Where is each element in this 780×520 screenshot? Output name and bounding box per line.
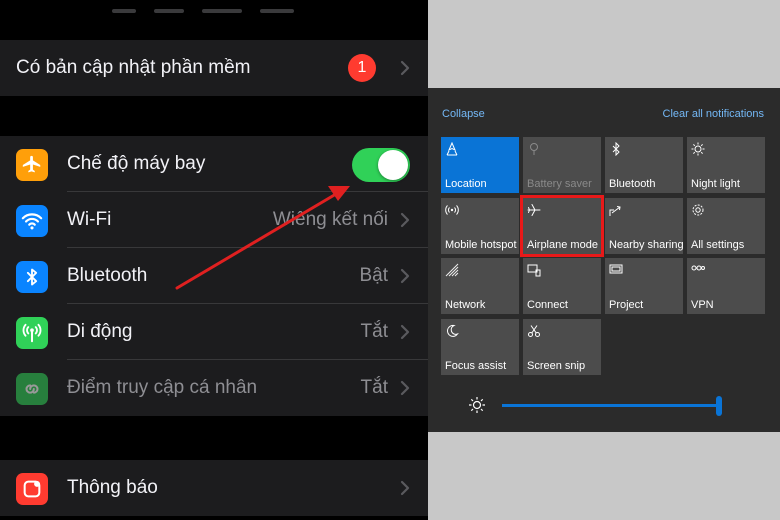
quick-action-vpn[interactable]: VPN <box>687 258 765 314</box>
tile-label: VPN <box>691 299 714 311</box>
tile-label: Bluetooth <box>609 178 656 190</box>
personal-hotspot-row[interactable]: Điểm truy cập cá nhân Tắt <box>0 360 428 416</box>
quick-action-night-light[interactable]: Night light <box>687 137 765 193</box>
quick-action-network[interactable]: Network <box>441 258 519 314</box>
chevron-right-icon <box>400 60 410 76</box>
airplane-mode-label: Chế độ máy bay <box>67 153 206 174</box>
connectivity-group: Chế độ máy bay Wi-Fi Wiêng kết nối Bluet… <box>0 136 428 416</box>
collapse-link[interactable]: Collapse <box>442 108 485 120</box>
action-center-panel: Collapse Clear all notifications Locatio… <box>428 88 780 432</box>
chevron-right-icon <box>400 212 410 228</box>
cellular-label: Di động <box>67 321 133 342</box>
nearby-sharing-icon <box>609 206 621 216</box>
tile-label: All settings <box>691 239 745 251</box>
tile-label: Battery saver <box>527 178 592 190</box>
notifications-group: Thông báo <box>0 460 428 516</box>
personal-hotspot-value: Tắt <box>360 377 388 398</box>
brightness-slider-track[interactable] <box>502 404 720 407</box>
chevron-right-icon <box>400 324 410 340</box>
bluetooth-value: Bật <box>359 265 388 286</box>
bluetooth-icon <box>612 142 620 156</box>
software-update-row[interactable]: Có bản cập nhật phần mềm 1 <box>0 40 428 96</box>
airplane-mode-highlight-box <box>520 195 604 257</box>
quick-action-screen-snip[interactable]: Screen snip <box>523 319 601 375</box>
quick-action-nearby-sharing[interactable]: Nearby sharing <box>605 198 684 254</box>
software-update-label: Có bản cập nhật phần mềm <box>16 57 251 78</box>
brightness-icon <box>469 397 485 413</box>
quick-action-bluetooth[interactable]: Bluetooth <box>605 137 683 193</box>
bluetooth-label: Bluetooth <box>67 265 148 286</box>
cellular-value: Tắt <box>360 321 388 342</box>
quick-action-all-settings[interactable]: All settings <box>687 198 765 254</box>
ios-settings-screen: Có bản cập nhật phần mềm 1 Chế độ máy ba… <box>0 0 428 520</box>
night-light-icon <box>691 142 705 156</box>
clear-all-notifications-link[interactable]: Clear all notifications <box>663 108 765 120</box>
personal-hotspot-icon <box>16 373 48 405</box>
tile-label: Project <box>609 299 644 311</box>
windows-action-center-screenshot: Collapse Clear all notifications Locatio… <box>428 0 780 520</box>
airplane-icon <box>16 149 48 181</box>
tile-label: Mobile hotspot <box>445 239 517 251</box>
bluetooth-icon <box>16 261 48 293</box>
tile-label: Connect <box>527 299 568 311</box>
notifications-icon <box>16 473 48 505</box>
status-bar-remnant <box>112 0 312 13</box>
screen-snip-icon <box>528 325 540 337</box>
network-icon <box>445 263 459 277</box>
chevron-right-icon <box>400 480 410 496</box>
quick-action-location[interactable]: Location <box>441 137 519 193</box>
wifi-row[interactable]: Wi-Fi Wiêng kết nối <box>0 192 428 248</box>
project-icon <box>609 264 623 274</box>
personal-hotspot-label: Điểm truy cập cá nhân <box>67 377 258 398</box>
quick-action-focus-assist[interactable]: Focus assist <box>441 319 519 375</box>
airplane-mode-toggle[interactable] <box>352 148 410 182</box>
tile-label: Screen snip <box>527 360 586 372</box>
vpn-icon <box>691 265 705 271</box>
tile-label: Network <box>445 299 486 311</box>
chevron-right-icon <box>400 380 410 396</box>
focus-assist-icon <box>446 324 459 337</box>
tile-label: Focus assist <box>445 360 507 372</box>
quick-action-battery-saver[interactable]: Battery saver <box>523 137 601 193</box>
mobile-hotspot-icon <box>445 205 459 215</box>
chevron-right-icon <box>400 268 410 284</box>
connect-icon <box>527 264 541 277</box>
quick-action-mobile-hotspot[interactable]: Mobile hotspot <box>441 198 519 254</box>
battery-saver-icon <box>530 143 538 155</box>
brightness-slider-thumb[interactable] <box>716 396 722 416</box>
notifications-label: Thông báo <box>67 477 158 498</box>
toggle-knob <box>378 150 408 180</box>
tile-label: Night light <box>691 178 740 190</box>
settings-gear-icon <box>692 204 704 216</box>
software-update-group: Có bản cập nhật phần mềm 1 <box>0 40 428 96</box>
quick-action-project[interactable]: Project <box>605 258 683 314</box>
tile-label: Nearby sharing <box>609 239 684 251</box>
location-icon <box>446 142 458 156</box>
wifi-icon <box>16 205 48 237</box>
quick-action-connect[interactable]: Connect <box>523 258 601 314</box>
wifi-label: Wi-Fi <box>67 209 112 230</box>
airplane-mode-row[interactable]: Chế độ máy bay <box>0 136 428 192</box>
notifications-row[interactable]: Thông báo <box>0 460 428 516</box>
tile-label: Location <box>445 178 487 190</box>
bluetooth-row[interactable]: Bluetooth Bật <box>0 248 428 304</box>
cellular-row[interactable]: Di động Tắt <box>0 304 428 360</box>
wifi-value: Wiêng kết nối <box>272 209 388 230</box>
cellular-antenna-icon <box>16 317 48 349</box>
update-badge: 1 <box>348 54 376 82</box>
